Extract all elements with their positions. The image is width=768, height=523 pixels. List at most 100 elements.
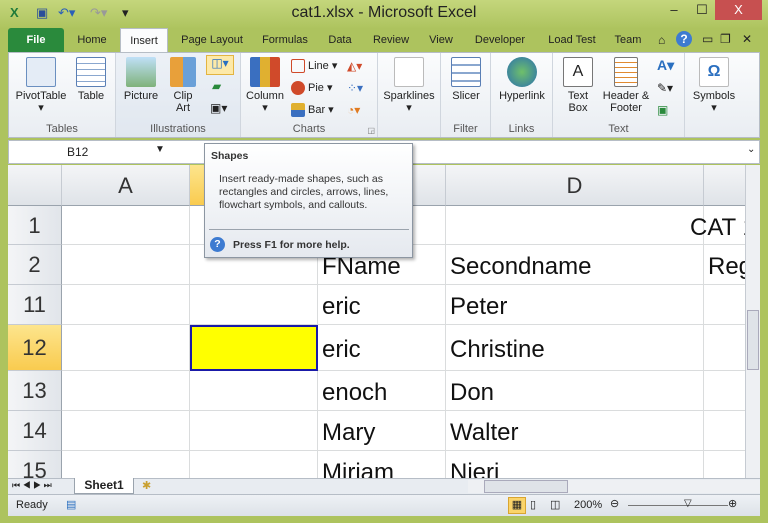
collapse-ribbon-icon[interactable]: ⌂ [658, 33, 665, 47]
tab-file[interactable]: File [8, 28, 64, 52]
tab-insert[interactable]: Insert [120, 28, 168, 52]
name-box-dropdown-icon[interactable]: ▼ [155, 144, 165, 155]
cell[interactable]: Reg [704, 245, 745, 285]
close-button[interactable]: X [715, 0, 762, 20]
scroll-thumb[interactable] [747, 310, 759, 370]
zoom-slider-thumb[interactable]: ▽ [684, 498, 692, 509]
cell[interactable]: Secondname [446, 245, 704, 285]
cell[interactable]: Walter [446, 411, 704, 451]
column-header[interactable]: A [62, 165, 190, 206]
help-icon[interactable]: ? [676, 31, 692, 47]
cell[interactable] [62, 325, 190, 371]
cell[interactable]: CAT 1 [686, 206, 745, 245]
cell[interactable] [62, 371, 190, 411]
signature-line-icon[interactable]: ✎▾ [657, 81, 673, 95]
symbols-button[interactable]: Ω Symbols ▾ [687, 57, 741, 114]
area-chart-icon[interactable]: ◭▾ [347, 59, 362, 73]
tab-home[interactable]: Home [70, 28, 114, 52]
row-header[interactable]: 2 [8, 245, 62, 285]
expand-formula-bar-icon[interactable]: ⌄ [747, 144, 755, 155]
shapes-button[interactable]: ◫▾ [206, 55, 234, 75]
doc-restore-icon[interactable]: ❐ [720, 32, 731, 46]
cell[interactable] [62, 206, 190, 245]
cell[interactable]: Peter [446, 285, 704, 325]
row-header[interactable]: 13 [8, 371, 62, 411]
row-header[interactable]: 1 [8, 206, 62, 245]
tab-page-layout[interactable]: Page Layout [174, 28, 250, 52]
cell[interactable] [446, 206, 704, 245]
page-break-view-icon[interactable]: ◫ [550, 498, 560, 511]
zoom-in-icon[interactable]: ⊕ [728, 497, 737, 510]
zoom-slider[interactable] [628, 505, 728, 506]
page-layout-view-icon[interactable]: ▯ [530, 498, 536, 511]
cell[interactable] [190, 451, 318, 478]
cell[interactable] [704, 371, 745, 411]
cell[interactable]: Miriam [318, 451, 446, 478]
screenshot-icon[interactable]: ▣▾ [210, 101, 227, 115]
select-all-corner[interactable] [8, 165, 62, 206]
line-chart-button[interactable]: Line ▾ [291, 59, 337, 74]
sheet-nav-icons[interactable]: ⏮ ◀ ▶ ⏭ [12, 480, 52, 491]
cell[interactable] [62, 411, 190, 451]
horizontal-scrollbar[interactable] [468, 480, 760, 493]
zoom-level[interactable]: 200% [574, 499, 602, 511]
cell[interactable] [190, 411, 318, 451]
row-header[interactable]: 14 [8, 411, 62, 451]
pivottable-button[interactable]: PivotTable ▾ [11, 57, 71, 114]
cell[interactable]: eric [318, 325, 446, 371]
pie-chart-button[interactable]: Pie ▾ [291, 81, 332, 96]
h-scroll-thumb[interactable] [484, 480, 568, 493]
cell[interactable] [190, 285, 318, 325]
normal-view-icon[interactable]: ▦ [508, 497, 526, 514]
cell[interactable] [704, 411, 745, 451]
column-header[interactable] [704, 165, 745, 206]
selected-cell[interactable] [190, 325, 318, 371]
cell[interactable]: Don [446, 371, 704, 411]
cell[interactable]: eric [318, 285, 446, 325]
vertical-scrollbar[interactable] [745, 165, 760, 478]
name-box[interactable]: B12 [9, 141, 169, 163]
maximize-button[interactable]: ☐ [688, 0, 716, 20]
tab-formulas[interactable]: Formulas [256, 28, 314, 52]
dialog-launcher-icon[interactable]: ◲ [367, 126, 375, 135]
picture-button[interactable]: Picture [120, 57, 162, 102]
row-header[interactable]: 15 [8, 451, 62, 478]
slicer-button[interactable]: Slicer [445, 57, 487, 102]
insert-sheet-icon[interactable]: ✱ [142, 479, 151, 492]
bar-chart-button[interactable]: Bar ▾ [291, 103, 334, 118]
tab-developer[interactable]: Developer [466, 28, 534, 52]
cell[interactable] [704, 325, 745, 371]
table-button[interactable]: Table [71, 57, 111, 102]
wordart-icon[interactable]: A▾ [657, 57, 674, 74]
cell[interactable] [704, 285, 745, 325]
header-footer-button[interactable]: Header & Footer [599, 57, 653, 114]
smartart-icon[interactable]: ▰ [212, 79, 221, 93]
clipart-button[interactable]: Clip Art [168, 57, 198, 114]
cell[interactable]: Njeri [446, 451, 704, 478]
cell[interactable]: Christine [446, 325, 704, 371]
tab-team[interactable]: Team [608, 28, 648, 52]
textbox-button[interactable]: A Text Box [557, 57, 599, 114]
doc-minimize-icon[interactable]: ▭ [702, 32, 713, 46]
row-header[interactable]: 12 [8, 325, 62, 371]
cell[interactable] [704, 451, 745, 478]
cell[interactable] [62, 285, 190, 325]
object-icon[interactable]: ▣ [657, 103, 668, 117]
tab-view[interactable]: View [422, 28, 460, 52]
sparklines-button[interactable]: Sparklines ▾ [380, 57, 438, 114]
cell[interactable] [190, 371, 318, 411]
macro-record-icon[interactable]: ▤ [66, 498, 76, 511]
cell[interactable]: enoch [318, 371, 446, 411]
cell[interactable]: Mary [318, 411, 446, 451]
other-charts-icon[interactable]: ◔▾ [347, 103, 360, 117]
zoom-out-icon[interactable]: ⊖ [610, 497, 619, 510]
tab-review[interactable]: Review [366, 28, 416, 52]
cell[interactable] [62, 451, 190, 478]
sheet-tab[interactable]: Sheet1 [74, 478, 134, 494]
doc-close-icon[interactable]: ✕ [742, 32, 752, 46]
tab-load-test[interactable]: Load Test [540, 28, 604, 52]
scatter-chart-icon[interactable]: ⁘▾ [347, 81, 363, 95]
hyperlink-button[interactable]: Hyperlink [493, 57, 551, 102]
tab-data[interactable]: Data [320, 28, 360, 52]
minimize-button[interactable]: – [660, 0, 688, 20]
